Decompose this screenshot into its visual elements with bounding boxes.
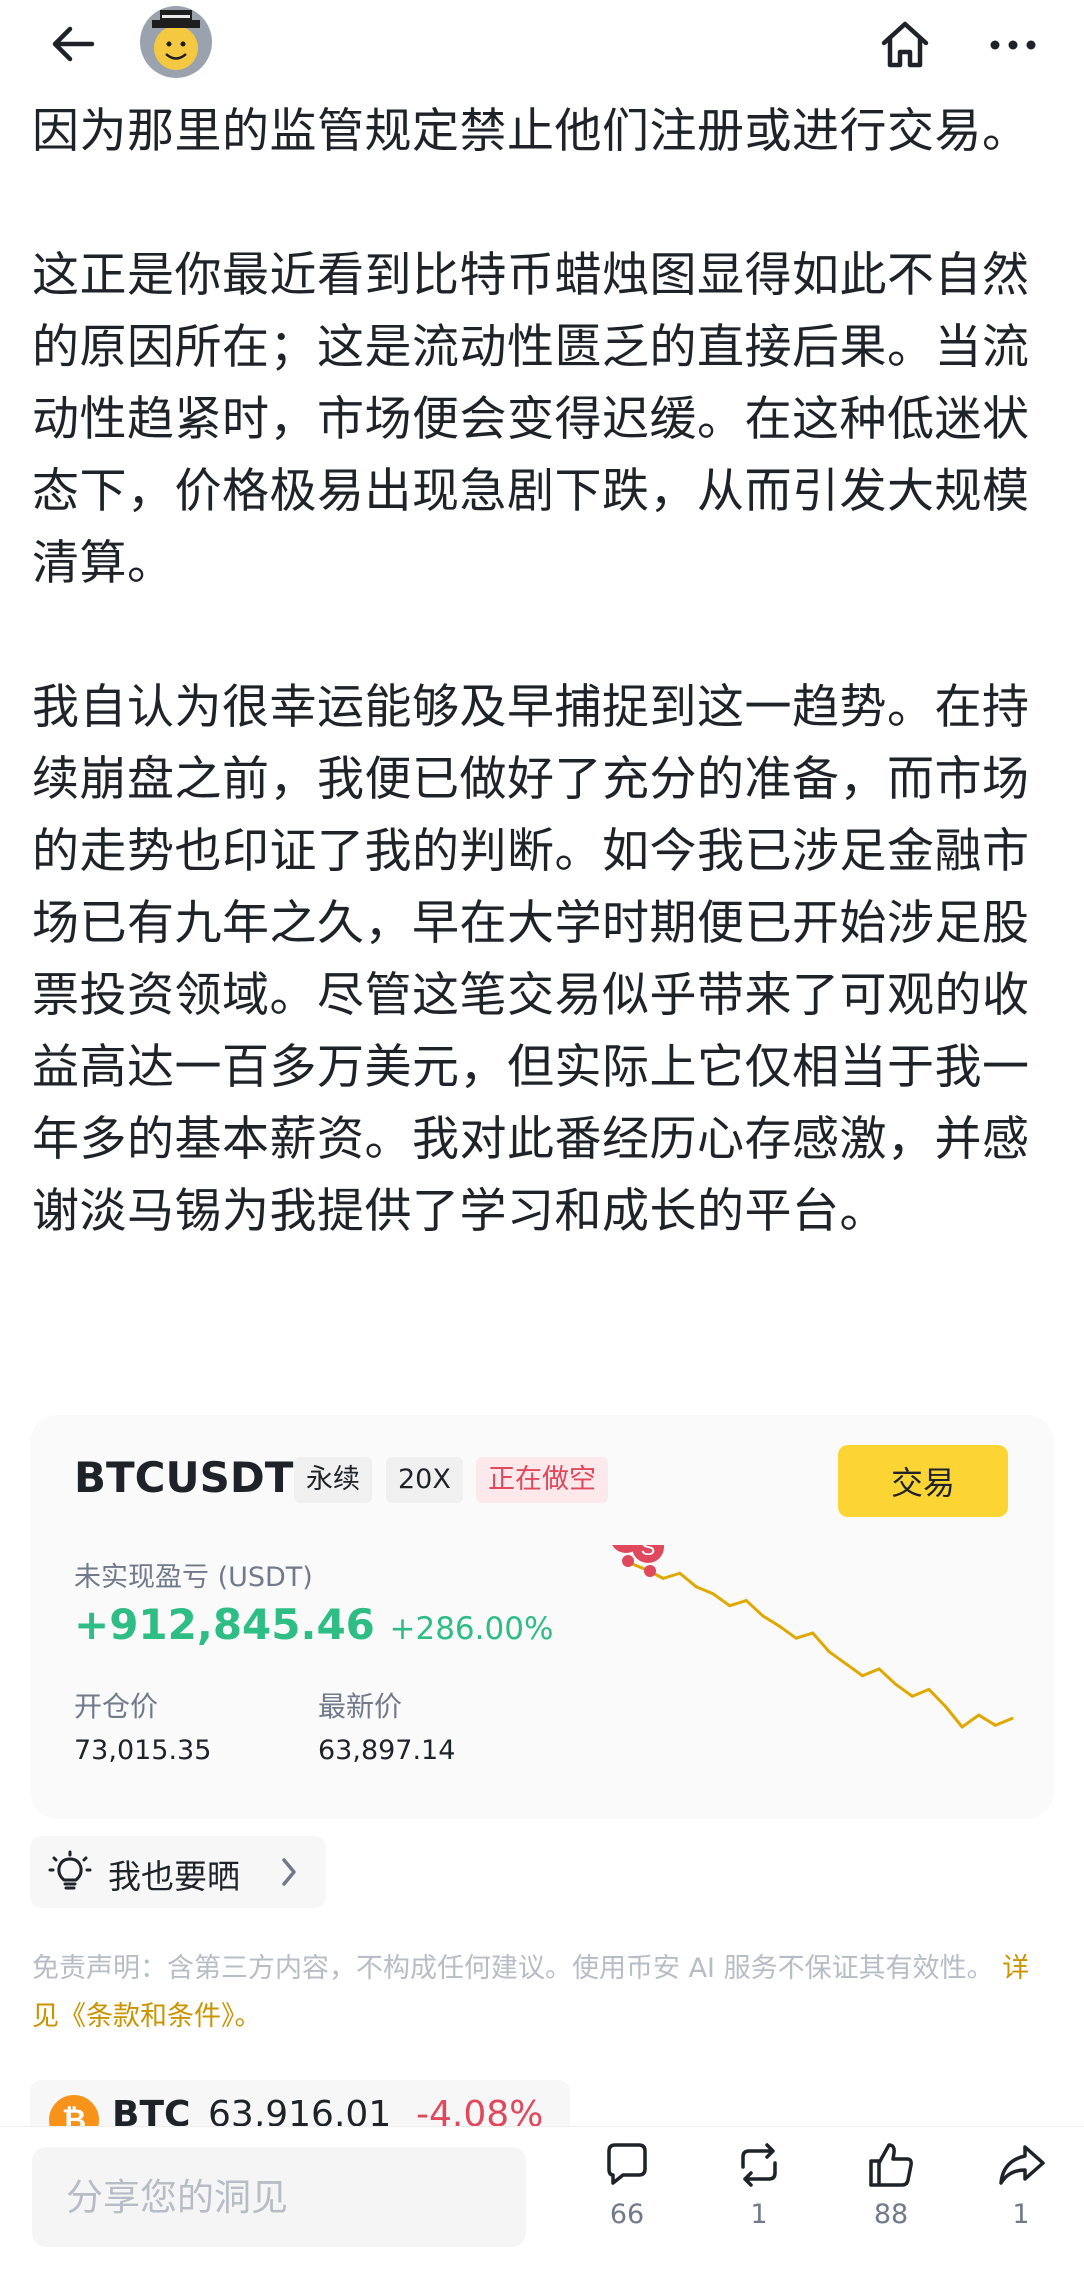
smiley-avatar-icon xyxy=(140,6,212,78)
price-line-segment xyxy=(811,1631,831,1654)
more-options-button[interactable] xyxy=(978,10,1048,80)
bottom-action-bar: 66 1 88 1 xyxy=(0,2126,1084,2279)
home-icon xyxy=(881,21,929,68)
position-symbol: BTCUSDT xyxy=(74,1453,294,1502)
share-count: 1 xyxy=(1012,2199,1030,2230)
price-line-segment xyxy=(711,1592,732,1608)
lightbulb-icon xyxy=(48,1850,92,1890)
price-line-segment xyxy=(844,1662,865,1678)
comment-count: 66 xyxy=(609,2199,645,2230)
price-line-segment xyxy=(944,1705,964,1729)
price-line-segment xyxy=(977,1713,997,1727)
comment-button[interactable]: 66 xyxy=(572,2137,682,2267)
article-paragraph: 我自认为很幸运能够及早捕捉到这一趋势。在持续崩盘之前，我便已做好了充分的准备，而… xyxy=(32,680,1030,1239)
chevron-right-icon xyxy=(282,1858,296,1886)
comment-input[interactable] xyxy=(32,2147,526,2247)
share-chip-label: 我也要晒 xyxy=(108,1857,240,1896)
share-position-button[interactable]: 我也要晒 xyxy=(30,1836,326,1908)
price-line-segment xyxy=(678,1571,698,1589)
article-paragraph: 因为那里的监管规定禁止他们注册或进行交易。 xyxy=(32,104,1030,159)
price-line-segment xyxy=(777,1624,798,1640)
comment-icon xyxy=(607,2143,647,2185)
repost-count: 1 xyxy=(750,2199,768,2230)
share-button[interactable]: 1 xyxy=(966,2137,1076,2267)
last-price-label: 最新价 xyxy=(318,1690,403,1723)
entry-price-label: 开仓价 xyxy=(74,1690,159,1723)
price-line-segment xyxy=(794,1631,815,1640)
disclaimer: 免责声明：含第三方内容，不构成任何建议。使用币安 AI 服务不保证其有效性。 详… xyxy=(32,1945,1052,2041)
entry-price-value: 73,015.35 xyxy=(74,1735,212,1766)
back-button[interactable] xyxy=(44,14,104,74)
top-bar xyxy=(0,0,1084,90)
article-body: 因为那里的监管规定禁止他们注册或进行交易。 这正是你最近看到比特币蜡烛图显得如此… xyxy=(32,96,1057,1320)
arrow-left-icon xyxy=(52,26,95,62)
position-card[interactable]: BTCUSDT 永续 20X 正在做空 交易 未实现盈亏 (USDT) +912… xyxy=(30,1415,1054,1819)
price-line-segment xyxy=(960,1713,981,1729)
price-line-segment xyxy=(927,1687,948,1708)
author-avatar[interactable] xyxy=(140,6,212,78)
price-line-segment xyxy=(827,1650,848,1666)
short-marker: S xyxy=(632,1545,664,1577)
price-line-segment xyxy=(744,1599,765,1618)
price-line-segment xyxy=(694,1585,715,1596)
price-line-segment xyxy=(661,1571,682,1580)
price-line-segment xyxy=(877,1667,898,1686)
like-count: 88 xyxy=(873,2199,909,2230)
more-dots-icon xyxy=(990,40,1036,50)
share-arrow-icon xyxy=(999,2145,1045,2185)
price-line-segment xyxy=(894,1682,914,1698)
price-line-segment xyxy=(861,1667,881,1678)
pnl-value: +912,845.46 xyxy=(74,1600,375,1649)
price-mini-chart: SS xyxy=(612,1545,1014,1729)
price-line-segment xyxy=(993,1716,1014,1727)
pnl-percent: +286.00% xyxy=(389,1611,554,1647)
short-status-tag: 正在做空 xyxy=(476,1457,608,1503)
trade-button[interactable]: 交易 xyxy=(838,1445,1008,1517)
home-button[interactable] xyxy=(870,10,940,80)
last-price-value: 63,897.14 xyxy=(318,1735,456,1766)
thumbs-up-icon xyxy=(869,2143,913,2187)
svg-text:S: S xyxy=(641,1545,656,1560)
price-line-segment xyxy=(910,1687,931,1698)
price-line-segment xyxy=(728,1599,748,1608)
disclaimer-text: 免责声明：含第三方内容，不构成任何建议。使用币安 AI 服务不保证其有效性。 xyxy=(32,1953,994,1984)
repost-button[interactable]: 1 xyxy=(704,2137,814,2267)
svg-text:S: S xyxy=(619,1545,634,1550)
leverage-tag: 20X xyxy=(386,1457,463,1503)
perpetual-tag: 永续 xyxy=(294,1457,372,1503)
like-button[interactable]: 88 xyxy=(836,2137,946,2267)
repost-icon xyxy=(741,2143,777,2187)
unrealized-pnl: +912,845.46 +286.00% xyxy=(74,1600,553,1649)
article-paragraph: 这正是你最近看到比特币蜡烛图显得如此不自然的原因所在；这是流动性匮乏的直接后果。… xyxy=(32,248,1030,591)
price-line-segment xyxy=(761,1614,781,1628)
unrealized-pnl-label: 未实现盈亏 (USDT) xyxy=(74,1562,313,1593)
